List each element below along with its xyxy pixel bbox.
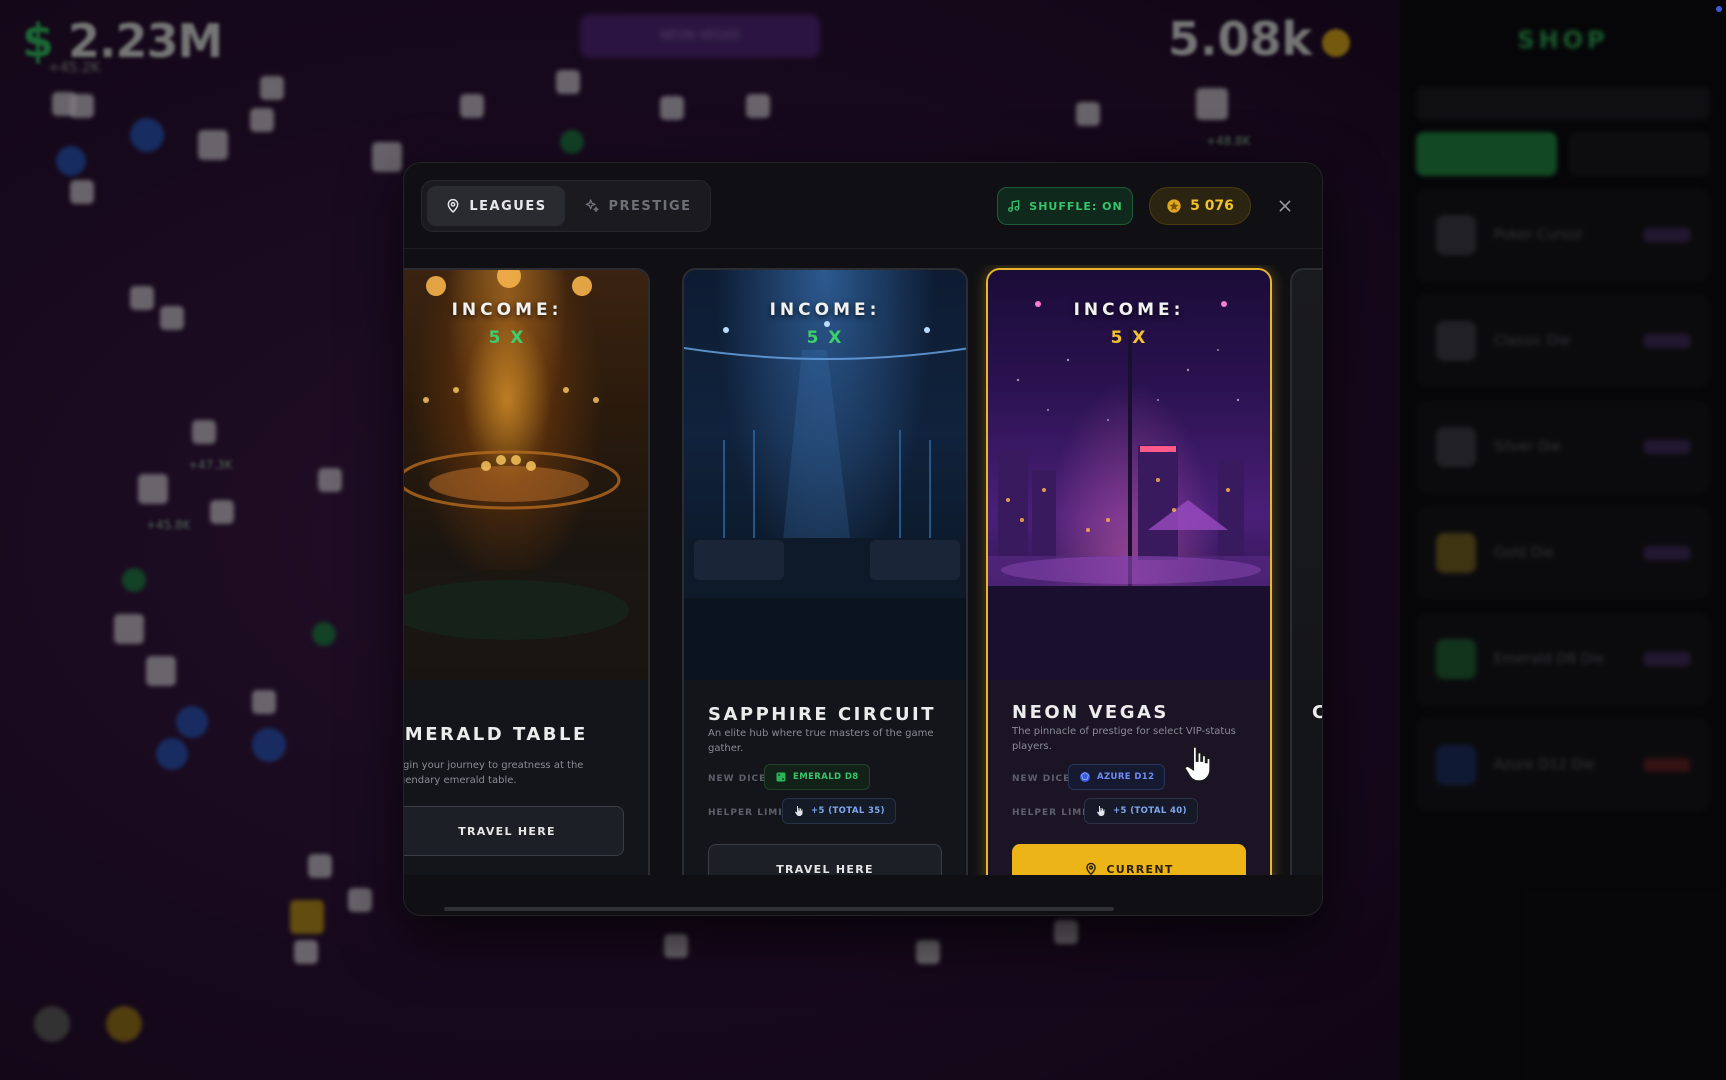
modal-tabs: LEAGUES PRESTIGE [421,180,711,232]
travel-here-button[interactable]: TRAVEL HERE [708,844,942,875]
music-note-icon [1008,199,1020,212]
status-dot [1716,6,1722,12]
league-description: Begin your journey to greatness at the l… [404,760,584,786]
location-pin-icon [1086,862,1097,875]
income-label: INCOME: [769,300,881,320]
current-league-button[interactable]: CURRENT [1012,844,1246,875]
new-dice-chip: EMERALD D8 [764,764,870,790]
helper-limit-value: +5 (TOTAL 35) [811,806,885,816]
pointer-hand-icon [795,806,803,816]
shuffle-toggle-button[interactable]: SHUFFLE: ON [997,187,1133,225]
azure-die-icon [1080,772,1090,782]
helper-limit-label: HELPER LIMIT: [708,808,794,818]
league-card-neon-vegas[interactable]: INCOME: 5 X NEON VEGAS The pinnacle of p… [986,268,1272,875]
tab-prestige-label: PRESTIGE [608,198,692,214]
league-description: The pinnacle of prestige for select VIP-… [1012,726,1236,752]
current-label: CURRENT [1106,862,1174,876]
tab-prestige[interactable]: PRESTIGE [572,186,704,226]
emerald-die-icon [776,772,786,782]
pointer-hand-icon [1097,806,1105,816]
league-name: EMERALD TABLE [404,724,588,745]
league-description: An elite hub where true masters of the g… [708,728,934,754]
league-info: NEON VEGAS The pinnacle of prestige for … [988,680,1270,875]
league-scene-image [1292,270,1322,680]
travel-here-label: TRAVEL HERE [776,862,874,876]
new-dice-name: AZURE D12 [1097,772,1155,782]
leagues-modal: LEAGUES PRESTIGE SHUFFLE: ON 5 076 INCOM… [403,162,1323,916]
helper-limit-chip: +5 (TOTAL 35) [782,798,896,824]
income-multiplier: 5 X [806,328,844,348]
prestige-coin-balance: 5 076 [1149,187,1251,225]
league-name: SAPPHIRE CIRCUIT [708,704,937,725]
travel-here-button[interactable]: TRAVEL HERE [404,806,624,856]
league-name: NEON VEGAS [1012,702,1169,723]
income-label: INCOME: [451,300,563,320]
new-dice-label: NEW DICE: [708,774,771,784]
league-info: C [1292,680,1322,875]
shuffle-label: SHUFFLE: ON [1029,199,1123,213]
carousel-scrollbar[interactable] [444,907,1114,911]
league-card-sapphire-circuit[interactable]: INCOME: 5 X SAPPHIRE CIRCUIT An elite hu… [682,268,968,875]
league-info: EMERALD TABLE Begin your journey to grea… [404,680,648,875]
league-card-next[interactable]: C [1290,268,1322,875]
income-multiplier: 5 X [1110,328,1148,348]
coin-balance-value: 5 076 [1190,198,1234,214]
sparkles-icon [586,199,600,212]
helper-limit-value: +5 (TOTAL 40) [1113,806,1187,816]
close-icon [1279,200,1291,212]
new-dice-name: EMERALD D8 [793,772,859,782]
modal-header: LEAGUES PRESTIGE SHUFFLE: ON 5 076 [404,163,1322,249]
league-info: SAPPHIRE CIRCUIT An elite hub where true… [684,680,966,875]
helper-limit-chip: +5 (TOTAL 40) [1084,798,1198,824]
tab-leagues-label: LEAGUES [469,198,547,214]
pointer-hand-cursor-icon [1183,746,1211,782]
location-pin-icon [447,199,459,213]
travel-here-label: TRAVEL HERE [458,824,556,838]
income-label: INCOME: [1073,300,1185,320]
new-dice-chip: AZURE D12 [1068,764,1166,790]
prestige-coin-icon [1167,199,1181,213]
income-multiplier: 5 X [488,328,526,348]
league-card-emerald-table[interactable]: INCOME: 5 X EMERALD TABLE Begin your jou… [404,268,650,875]
tab-leagues[interactable]: LEAGUES [427,186,565,226]
league-name: C [1312,702,1322,723]
close-button[interactable] [1270,191,1300,221]
new-dice-label: NEW DICE: [1012,774,1075,784]
